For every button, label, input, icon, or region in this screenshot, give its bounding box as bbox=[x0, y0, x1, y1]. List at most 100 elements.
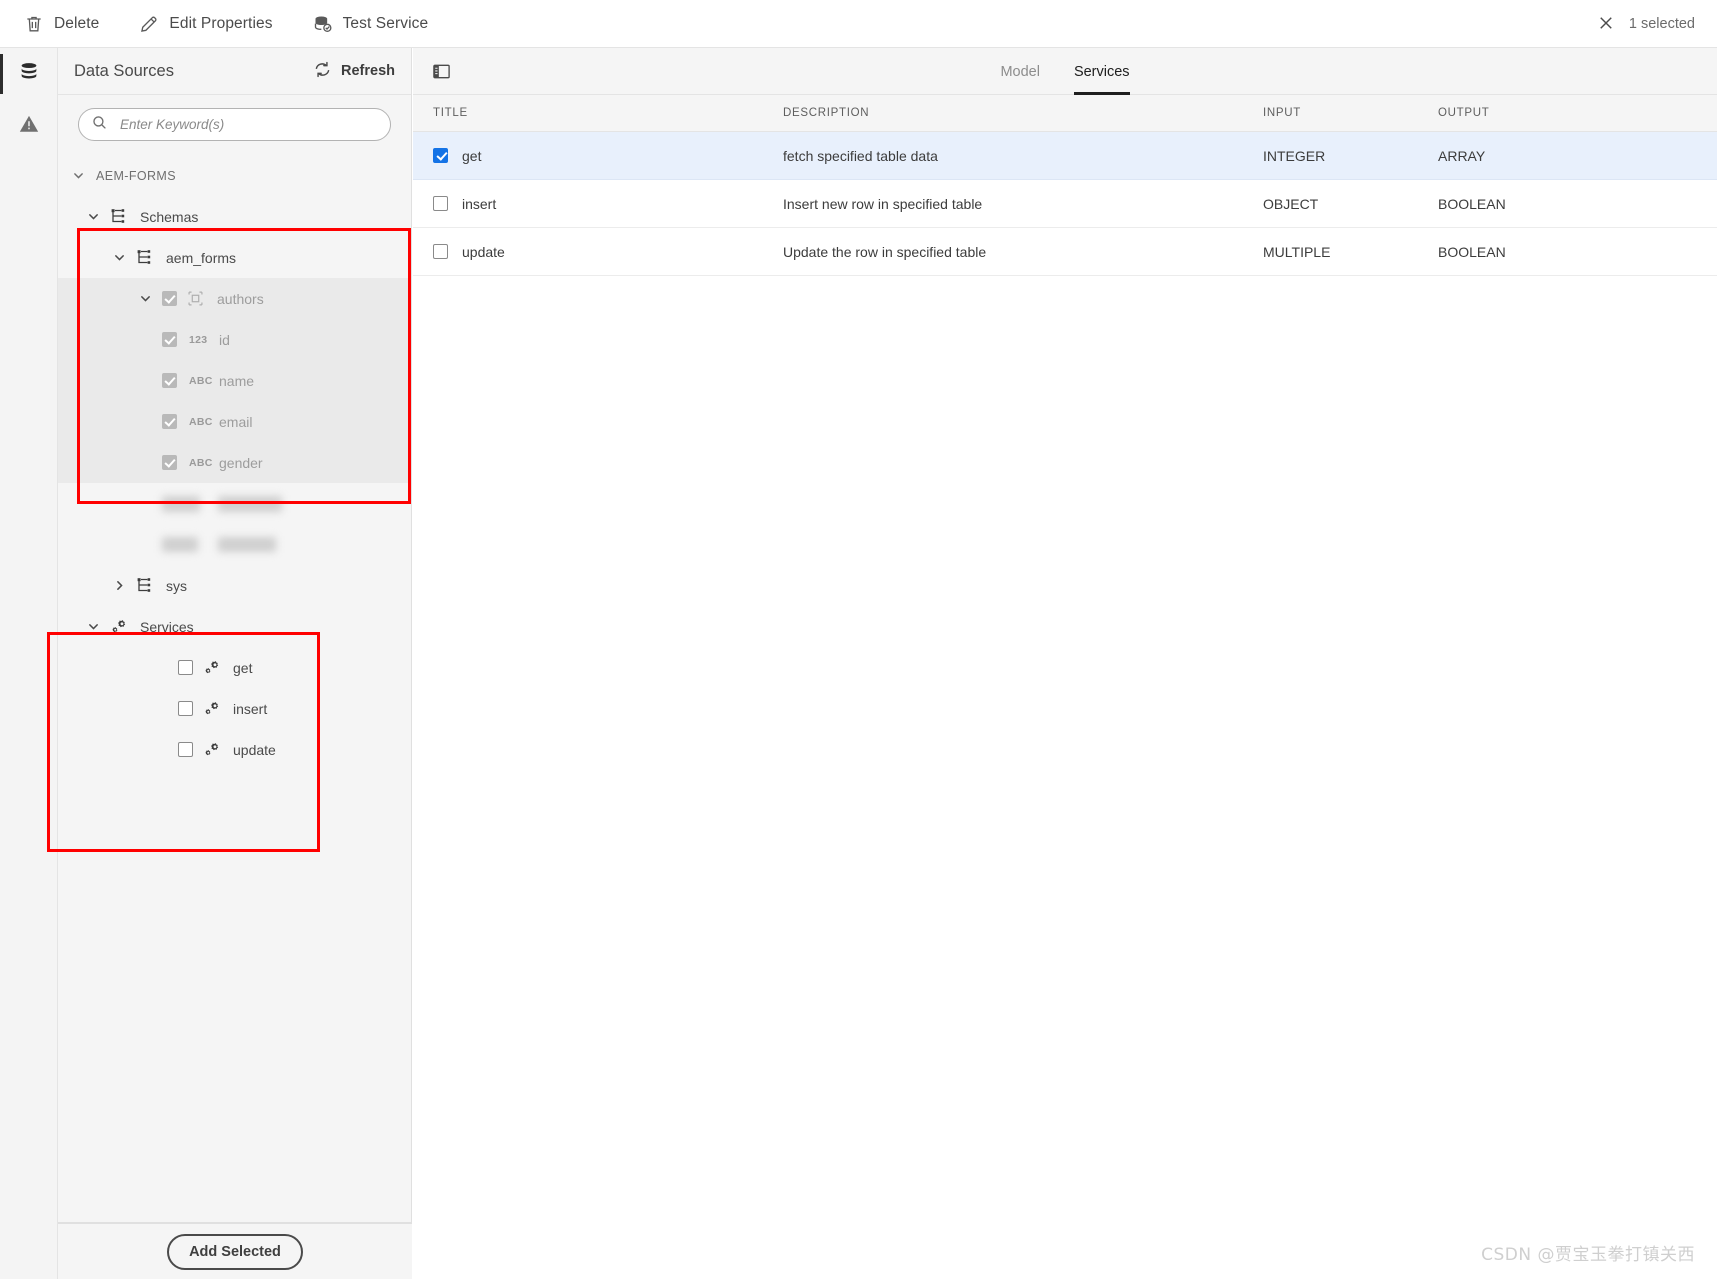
chevron-down-icon[interactable] bbox=[85, 209, 101, 225]
cell-output-get: ARRAY bbox=[1438, 131, 1717, 180]
selected-count-label: 1 selected bbox=[1628, 15, 1695, 32]
cell-output-update: BOOLEAN bbox=[1438, 227, 1717, 276]
schema-tree-icon bbox=[110, 208, 128, 226]
tree-node-service-insert[interactable]: insert bbox=[58, 688, 411, 729]
delete-button[interactable]: Delete bbox=[24, 14, 99, 34]
tree-node-schema-sys[interactable]: sys bbox=[58, 565, 411, 606]
tab-services[interactable]: Services bbox=[1073, 48, 1130, 95]
data-sources-panel: Data Sources Refresh Enter Keyword(s) AE… bbox=[58, 48, 412, 1279]
search-box[interactable] bbox=[78, 108, 391, 141]
gears-icon bbox=[110, 618, 128, 636]
row-checkbox-update[interactable] bbox=[433, 244, 448, 259]
column-type-badge: 123 bbox=[189, 333, 208, 346]
schema-tree-icon bbox=[136, 577, 154, 595]
tree-node-column[interactable]: 123 id bbox=[58, 319, 411, 360]
tree-node-column[interactable]: ABC name bbox=[58, 360, 411, 401]
cell-input-update: MULTIPLE bbox=[1263, 227, 1438, 276]
tree-node-service-get[interactable]: get bbox=[58, 647, 411, 688]
tree-node-column[interactable]: ABC gender bbox=[58, 442, 411, 483]
chevron-down-icon[interactable] bbox=[111, 250, 127, 266]
tree-label-sys: sys bbox=[166, 577, 187, 594]
chevron-down-icon[interactable] bbox=[85, 619, 101, 635]
tree-node-column[interactable]: ABC email bbox=[58, 401, 411, 442]
column-type-badge: ABC bbox=[189, 456, 213, 469]
column-type-badge: ABC bbox=[189, 415, 213, 428]
tree-label-aem-forms: AEM-FORMS bbox=[96, 168, 176, 183]
close-icon[interactable] bbox=[1597, 14, 1617, 34]
checkbox-authors[interactable] bbox=[162, 291, 177, 306]
column-header-description: DESCRIPTION bbox=[783, 95, 1263, 132]
table-header-row: TITLE DESCRIPTION INPUT OUTPUT bbox=[413, 95, 1717, 132]
gears-icon bbox=[203, 741, 221, 759]
search-input[interactable] bbox=[118, 116, 378, 133]
tree-node-table-authors[interactable]: authors bbox=[58, 278, 411, 319]
row-title-insert: insert bbox=[462, 195, 497, 212]
cell-input-insert: OBJECT bbox=[1263, 179, 1438, 228]
test-service-label: Test Service bbox=[342, 14, 429, 32]
main-content: Model Services TITLE DESCRIPTION INPUT O… bbox=[413, 48, 1717, 1279]
trash-icon bbox=[24, 14, 44, 34]
cell-output-insert: BOOLEAN bbox=[1438, 179, 1717, 228]
test-service-button[interactable]: Test Service bbox=[313, 14, 429, 34]
chevron-down-icon[interactable] bbox=[137, 291, 153, 307]
table-row[interactable]: insert Insert new row in specified table… bbox=[413, 179, 1717, 228]
refresh-button[interactable]: Refresh bbox=[313, 60, 395, 83]
data-sources-footer: Add Selected bbox=[58, 1223, 412, 1279]
tree-node-aem-forms-group[interactable]: AEM-FORMS bbox=[58, 155, 411, 196]
edit-properties-button[interactable]: Edit Properties bbox=[139, 14, 272, 34]
main-header: Model Services bbox=[413, 48, 1717, 95]
table-row[interactable]: update Update the row in specified table… bbox=[413, 227, 1717, 276]
tree-node-schemas[interactable]: Schemas bbox=[58, 196, 411, 237]
chevron-down-icon[interactable] bbox=[70, 168, 86, 184]
row-checkbox-get[interactable] bbox=[433, 148, 448, 163]
redacted-chip bbox=[162, 495, 200, 512]
checkbox-column-email[interactable] bbox=[162, 414, 177, 429]
watermark: CSDN @贾宝玉拳打镇关西 bbox=[1481, 1245, 1695, 1265]
redacted-tree-row bbox=[58, 524, 411, 565]
services-table-body: get fetch specified table data INTEGER A… bbox=[413, 131, 1717, 276]
checkbox-service-update[interactable] bbox=[178, 742, 193, 757]
data-sources-header: Data Sources Refresh bbox=[58, 48, 411, 95]
tree-label-schemas: Schemas bbox=[140, 208, 199, 225]
refresh-label: Refresh bbox=[341, 63, 395, 79]
checkbox-service-insert[interactable] bbox=[178, 701, 193, 716]
cell-input-get: INTEGER bbox=[1263, 131, 1438, 180]
cell-title: update bbox=[413, 227, 783, 276]
panel-title: Data Sources bbox=[74, 61, 174, 80]
table-row[interactable]: get fetch specified table data INTEGER A… bbox=[413, 131, 1717, 180]
rail-item-data-sources[interactable] bbox=[0, 48, 58, 100]
left-icon-rail bbox=[0, 48, 58, 1279]
warning-triangle-icon bbox=[18, 113, 40, 140]
selection-indicator[interactable]: 1 selected bbox=[1597, 14, 1717, 34]
redacted-chip bbox=[218, 537, 276, 552]
pencil-icon bbox=[139, 14, 159, 34]
tree-node-service-update[interactable]: update bbox=[58, 729, 411, 770]
add-selected-button[interactable]: Add Selected bbox=[167, 1233, 303, 1270]
column-header-input: INPUT bbox=[1263, 95, 1438, 132]
tab-model[interactable]: Model bbox=[1000, 48, 1040, 95]
chevron-right-icon[interactable] bbox=[111, 578, 127, 594]
tree-node-services[interactable]: Services bbox=[58, 606, 411, 647]
column-header-title: TITLE bbox=[413, 95, 783, 132]
cell-description-update: Update the row in specified table bbox=[783, 227, 1263, 276]
checkbox-service-get[interactable] bbox=[178, 660, 193, 675]
cell-description-insert: Insert new row in specified table bbox=[783, 179, 1263, 228]
cell-title: insert bbox=[413, 179, 783, 228]
row-title-update: update bbox=[462, 243, 505, 260]
tree-label-column-id: id bbox=[219, 331, 230, 348]
tree-label-authors: authors bbox=[217, 290, 264, 307]
row-checkbox-insert[interactable] bbox=[433, 196, 448, 211]
table-icon bbox=[187, 290, 205, 308]
search-icon bbox=[91, 114, 108, 136]
rail-item-alerts[interactable] bbox=[0, 100, 58, 152]
row-title-get: get bbox=[462, 147, 482, 164]
checkbox-column-gender[interactable] bbox=[162, 455, 177, 470]
tree-node-schema-aem-forms[interactable]: aem_forms bbox=[58, 237, 411, 278]
redacted-tree-row bbox=[58, 483, 411, 524]
services-table-head: TITLE DESCRIPTION INPUT OUTPUT bbox=[413, 95, 1717, 132]
checkbox-column-name[interactable] bbox=[162, 373, 177, 388]
schema-tree-icon bbox=[136, 249, 154, 267]
delete-label: Delete bbox=[54, 14, 100, 32]
column-header-output: OUTPUT bbox=[1438, 95, 1717, 132]
checkbox-column-id[interactable] bbox=[162, 332, 177, 347]
